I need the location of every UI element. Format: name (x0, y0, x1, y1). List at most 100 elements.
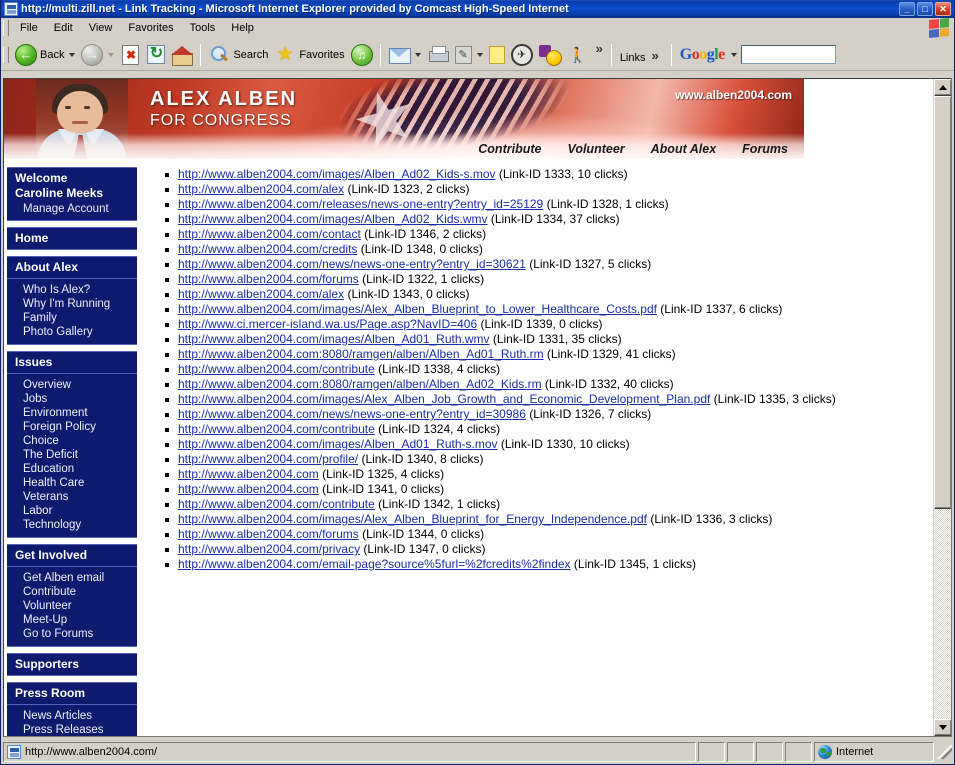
menu-edit[interactable]: Edit (46, 20, 81, 36)
sidebar-item-technology[interactable]: Technology (7, 518, 137, 532)
tracked-link[interactable]: http://www.alben2004.com/contribute (178, 362, 375, 376)
mail-button[interactable] (385, 42, 424, 68)
tracked-link[interactable]: http://www.alben2004.com/forums (178, 272, 359, 286)
tracked-link[interactable]: http://www.alben2004.com/contribute (178, 497, 375, 511)
back-dropdown-icon[interactable] (69, 53, 75, 57)
back-button[interactable]: ← Back (12, 42, 78, 68)
search-button[interactable]: Search (205, 42, 271, 68)
tracked-link[interactable]: http://www.alben2004.com:8080/ramgen/alb… (178, 347, 544, 361)
resize-grip[interactable] (938, 745, 952, 759)
tracked-link[interactable]: http://www.alben2004.com/images/Alben_Ad… (178, 167, 496, 181)
google-search-input[interactable] (741, 45, 836, 64)
sidebar-item-why-im-running[interactable]: Why I'm Running (7, 297, 137, 311)
close-button[interactable]: ✕ (935, 2, 951, 16)
sidebar-item-manage-account[interactable]: Manage Account (7, 202, 137, 221)
yahoo-button[interactable] (536, 42, 564, 68)
sidebar-item-jobs[interactable]: Jobs (7, 392, 137, 406)
sidebar-item-overview[interactable]: Overview (7, 378, 137, 392)
menu-file[interactable]: File (12, 20, 46, 36)
maximize-button[interactable]: □ (917, 2, 933, 16)
favorites-button[interactable]: Favorites (271, 42, 347, 68)
edit-button[interactable] (452, 42, 486, 68)
sidebar-header-issues[interactable]: Issues (7, 351, 137, 374)
banner-nav-forums[interactable]: Forums (742, 142, 788, 156)
tracked-link[interactable]: http://www.alben2004.com/alex (178, 287, 344, 301)
sidebar-item-veterans[interactable]: Veterans (7, 490, 137, 504)
tracked-link[interactable]: http://www.alben2004.com/images/Alex_Alb… (178, 512, 647, 526)
stop-button[interactable] (117, 42, 144, 68)
sidebar-item-get-alben-email[interactable]: Get Alben email (7, 571, 137, 585)
aim-button[interactable] (564, 42, 592, 68)
home-button[interactable] (168, 42, 196, 68)
menu-tools[interactable]: Tools (182, 20, 224, 36)
menu-view[interactable]: View (81, 20, 121, 36)
tracked-link[interactable]: http://www.alben2004.com/news/news-one-e… (178, 257, 526, 271)
vertical-scrollbar[interactable] (933, 79, 951, 736)
sidebar-item-the-deficit[interactable]: The Deficit (7, 448, 137, 462)
banner-nav-about-alex[interactable]: About Alex (651, 142, 717, 156)
media-button[interactable] (348, 42, 376, 68)
sidebar-item-meet-up[interactable]: Meet-Up (7, 613, 137, 627)
mail-dropdown-icon[interactable] (415, 53, 421, 57)
tracked-link[interactable]: http://www.alben2004.com/images/Alben_Ad… (178, 332, 490, 346)
minimize-button[interactable]: _ (899, 2, 915, 16)
tracked-link[interactable]: http://www.alben2004.com:8080/ramgen/alb… (178, 377, 542, 391)
sidebar-header-get-involved[interactable]: Get Involved (7, 544, 137, 567)
edit-dropdown-icon[interactable] (477, 53, 483, 57)
tracked-link[interactable]: http://www.alben2004.com/contribute (178, 422, 375, 436)
scroll-up-button[interactable] (934, 79, 952, 96)
tracked-link[interactable]: http://www.alben2004.com/credits (178, 242, 357, 256)
sidebar-item-go-to-forums[interactable]: Go to Forums (7, 627, 137, 641)
security-zone-pane[interactable]: Internet (814, 742, 934, 762)
messenger-button[interactable] (508, 42, 536, 68)
tracked-link[interactable]: http://www.alben2004.com/images/Alben_Ad… (178, 212, 488, 226)
sidebar-item-photo-gallery[interactable]: Photo Gallery (7, 325, 137, 339)
forward-button[interactable]: → (78, 42, 117, 68)
banner-nav-contribute[interactable]: Contribute (478, 142, 541, 156)
toolbar-overflow-icon[interactable]: » (592, 41, 607, 56)
print-button[interactable] (424, 42, 452, 68)
sidebar-item-supporters[interactable]: Supporters (7, 653, 137, 676)
links-overflow-icon[interactable]: » (648, 48, 663, 63)
sidebar-item-education[interactable]: Education (7, 462, 137, 476)
sidebar-item-foreign-policy[interactable]: Foreign Policy (7, 420, 137, 434)
menubar-grip[interactable] (3, 20, 9, 36)
tracked-link[interactable]: http://www.alben2004.com (178, 467, 319, 481)
tracked-link[interactable]: http://www.alben2004.com/forums (178, 527, 359, 541)
sidebar-item-environment[interactable]: Environment (7, 406, 137, 420)
sidebar-item-health-care[interactable]: Health Care (7, 476, 137, 490)
sidebar-item-contribute[interactable]: Contribute (7, 585, 137, 599)
sidebar-item-who-is-alex[interactable]: Who Is Alex? (7, 283, 137, 297)
sidebar-item-news-articles[interactable]: News Articles (7, 709, 137, 723)
sidebar-item-family[interactable]: Family (7, 311, 137, 325)
tracked-link[interactable]: http://www.alben2004.com/releases/news-o… (178, 197, 543, 211)
sidebar-item-home[interactable]: Home (7, 227, 137, 250)
tracked-link[interactable]: http://www.alben2004.com/profile/ (178, 452, 358, 466)
sidebar-item-press-releases[interactable]: Press Releases (7, 723, 137, 736)
google-dropdown-icon[interactable] (731, 53, 737, 57)
banner-nav-volunteer[interactable]: Volunteer (567, 142, 624, 156)
tracked-link[interactable]: http://www.alben2004.com/alex (178, 182, 344, 196)
sidebar-item-volunteer[interactable]: Volunteer (7, 599, 137, 613)
tracked-link[interactable]: http://www.alben2004.com (178, 482, 319, 496)
tracked-link[interactable]: http://www.alben2004.com/images/Alex_Alb… (178, 392, 710, 406)
sidebar-header-press-room[interactable]: Press Room (7, 682, 137, 705)
sidebar-item-choice[interactable]: Choice (7, 434, 137, 448)
refresh-button[interactable] (144, 42, 168, 68)
tracked-link[interactable]: http://www.alben2004.com/images/Alben_Ad… (178, 437, 498, 451)
tracked-link[interactable]: http://www.alben2004.com/email-page?sour… (178, 557, 571, 571)
scroll-down-button[interactable] (934, 719, 952, 736)
tracked-link[interactable]: http://www.alben2004.com/images/Alex_Alb… (178, 302, 657, 316)
links-bar[interactable]: Links » (616, 46, 667, 64)
toolbar-grip[interactable] (3, 47, 9, 63)
scrollbar-thumb[interactable] (934, 96, 952, 509)
notes-button[interactable] (486, 42, 508, 68)
forward-dropdown-icon[interactable] (108, 53, 114, 57)
tracked-link[interactable]: http://www.ci.mercer-island.wa.us/Page.a… (178, 317, 477, 331)
menu-favorites[interactable]: Favorites (120, 20, 181, 36)
tracked-link[interactable]: http://www.alben2004.com/privacy (178, 542, 360, 556)
tracked-link[interactable]: http://www.alben2004.com/contact (178, 227, 361, 241)
tracked-link[interactable]: http://www.alben2004.com/news/news-one-e… (178, 407, 526, 421)
menu-help[interactable]: Help (223, 20, 262, 36)
sidebar-header-about-alex[interactable]: About Alex (7, 256, 137, 279)
